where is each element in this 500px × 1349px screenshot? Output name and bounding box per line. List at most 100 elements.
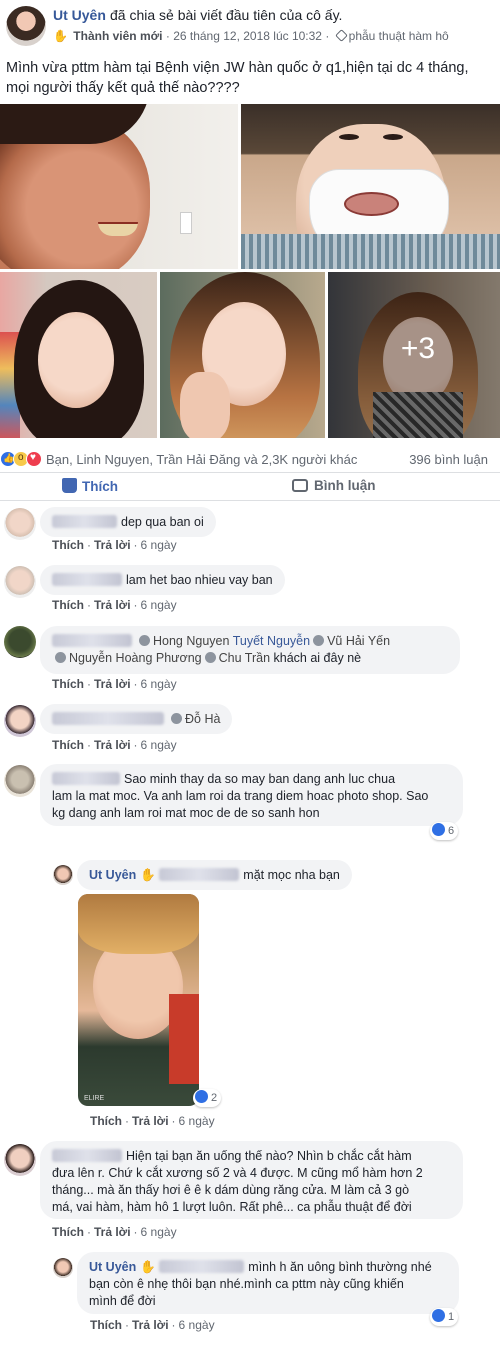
photo-hand-shape: [180, 372, 230, 438]
member-badge[interactable]: Thành viên mới: [73, 29, 162, 43]
more-photos-count[interactable]: +3: [388, 332, 448, 366]
member-badge-icon: ✋: [140, 1260, 156, 1274]
shield-icon: [55, 652, 66, 663]
blurred-mention[interactable]: [159, 1260, 245, 1273]
reply-reaction-count[interactable]: 2: [193, 1089, 222, 1107]
comment-count[interactable]: 396 bình luận: [409, 452, 488, 467]
comment-reply-link[interactable]: Trả lời: [94, 598, 131, 612]
comment-icon: [292, 479, 308, 492]
reply-photo[interactable]: ELIRE: [78, 894, 199, 1106]
comment-age[interactable]: 6 ngày: [141, 538, 177, 552]
comment-like-link[interactable]: Thích: [52, 538, 84, 552]
commenter-avatar[interactable]: [4, 705, 36, 737]
comment-age[interactable]: 6 ngày: [141, 738, 177, 752]
comment-reply-link[interactable]: Trả lời: [132, 1114, 169, 1128]
post-timestamp[interactable]: · 26 tháng 12, 2018 lúc 10:32 ·: [166, 29, 329, 43]
author-avatar[interactable]: [6, 6, 46, 46]
comment-text-line: Sao minh thay da so may ban dang anh luc…: [124, 772, 396, 786]
comment-age[interactable]: 6 ngày: [179, 1114, 215, 1128]
comment-text-line: kg dang anh lam roi mat moc de de so san…: [52, 806, 320, 820]
reactions-bar: Bạn, Linh Nguyen, Trần Hải Đăng và 2,3K …: [0, 450, 500, 470]
mention[interactable]: Nguyễn Hoàng Phương: [69, 651, 202, 665]
comment-like-link[interactable]: Thích: [90, 1318, 122, 1332]
reply-text-line: mình h ăn uông bình thường nhé: [248, 1260, 432, 1274]
blurred-commenter-name[interactable]: [52, 1149, 122, 1162]
blurred-commenter-name[interactable]: [52, 634, 132, 647]
blurred-mention[interactable]: [159, 868, 240, 881]
comment-footer: Thích · Trả lời · 6 ngày: [52, 677, 177, 691]
post-photo-4[interactable]: [160, 272, 325, 438]
reaction-count: 1: [448, 1311, 455, 1323]
comment-like-link[interactable]: Thích: [52, 598, 84, 612]
comment-button-label: Bình luận: [314, 478, 376, 493]
comment-reaction-count[interactable]: 6: [430, 822, 459, 840]
reply-bubble: Ut Uyên ✋ mặt mọc nha bạn: [77, 860, 352, 890]
reply-author-avatar[interactable]: [53, 1258, 73, 1278]
like-button[interactable]: Thích: [62, 478, 118, 494]
reply-footer: Thích · Trả lời · 6 ngày: [90, 1114, 215, 1128]
comment-reply-link[interactable]: Trả lời: [94, 738, 131, 752]
comment-text-line: Hiện tại bạn ăn uống thế nào? Nhìn b chắ…: [126, 1149, 412, 1163]
post-photo-3[interactable]: [0, 272, 157, 438]
post-photo-1[interactable]: 10: [0, 104, 238, 269]
comment-age[interactable]: 6 ngày: [141, 598, 177, 612]
reaction-count: 6: [448, 825, 455, 837]
commenter-avatar[interactable]: [4, 765, 36, 797]
comment-like-link[interactable]: Thích: [90, 1114, 122, 1128]
reply-author-name[interactable]: Ut Uyên: [89, 868, 136, 882]
reply-footer: Thích · Trả lời · 6 ngày: [90, 1318, 215, 1332]
comment-reply-link[interactable]: Trả lời: [94, 677, 131, 691]
comment-reply-link[interactable]: Trả lời: [94, 538, 131, 552]
comment-like-link[interactable]: Thích: [52, 1225, 84, 1239]
post-photo-5[interactable]: +3: [328, 272, 500, 438]
photo-hair-shape: [78, 894, 199, 954]
love-reaction-icon[interactable]: [26, 451, 42, 467]
mention[interactable]: Vũ Hải Yến: [327, 634, 390, 648]
comment-age[interactable]: 6 ngày: [141, 677, 177, 691]
reaction-names[interactable]: Bạn, Linh Nguyen, Trần Hải Đăng và 2,3K …: [46, 452, 357, 467]
post-header: Ut Uyên đã chia sẻ bài viết đầu tiên của…: [0, 0, 500, 52]
comment-reply-link[interactable]: Trả lời: [132, 1318, 169, 1332]
reply-reaction-count[interactable]: 1: [430, 1308, 459, 1326]
photo-wall-switch: [180, 212, 192, 234]
comment-like-link[interactable]: Thích: [52, 677, 84, 691]
mention[interactable]: Chu Trần: [219, 651, 270, 665]
post-tag[interactable]: phẫu thuật hàm hô: [349, 29, 449, 43]
comment-like-link[interactable]: Thích: [52, 738, 84, 752]
divider: [0, 500, 500, 501]
commenter-avatar[interactable]: [4, 1144, 36, 1176]
reply-author-name[interactable]: Ut Uyên: [89, 1260, 136, 1274]
blurred-commenter-name[interactable]: [52, 712, 164, 725]
like-reaction-icon: [432, 1309, 445, 1322]
comment-text: lam het bao nhieu vay ban: [126, 573, 273, 587]
post-photo-2[interactable]: [241, 104, 500, 269]
comment-button[interactable]: Bình luận: [292, 478, 376, 493]
commenter-avatar[interactable]: [4, 626, 36, 658]
blurred-commenter-name[interactable]: [52, 772, 120, 785]
thumbs-up-icon: [62, 478, 77, 493]
mention[interactable]: Đỗ Hà: [185, 712, 220, 726]
commenter-avatar[interactable]: [4, 508, 36, 540]
mention[interactable]: Tuyết Nguyễn: [233, 634, 310, 648]
comment-reply-link[interactable]: Trả lời: [94, 1225, 131, 1239]
comment-text: khách ai đây nè: [273, 651, 362, 665]
comment-text-line: lam la mat moc. Va anh lam roi da trang …: [52, 789, 429, 803]
member-badge-icon: ✋: [140, 868, 156, 882]
author-name[interactable]: Ut Uyên: [53, 7, 106, 23]
mention[interactable]: Hong Nguyen: [153, 634, 229, 648]
divider: [0, 472, 500, 473]
post-text: Mình vừa pttm hàm tại Bệnh viện JW hàn q…: [6, 60, 469, 96]
comment-text-line: đưa lên r. Chứ k cắt xương số 2 và 4 đượ…: [52, 1166, 423, 1180]
tag-icon: [334, 29, 348, 42]
blurred-commenter-name[interactable]: [52, 573, 122, 586]
reply-author-avatar[interactable]: [53, 865, 73, 885]
comment-age[interactable]: 6 ngày: [141, 1225, 177, 1239]
reply-text-line: mình để đời: [89, 1294, 156, 1308]
shield-icon: [171, 713, 182, 724]
comment-bubble: Sao minh thay da so may ban dang anh luc…: [40, 764, 463, 826]
commenter-avatar[interactable]: [4, 566, 36, 598]
comment-age[interactable]: 6 ngày: [179, 1318, 215, 1332]
photo-brand: ELIRE: [84, 1095, 105, 1102]
blurred-commenter-name[interactable]: [52, 515, 117, 528]
photo-mouth-shape: [344, 192, 399, 216]
